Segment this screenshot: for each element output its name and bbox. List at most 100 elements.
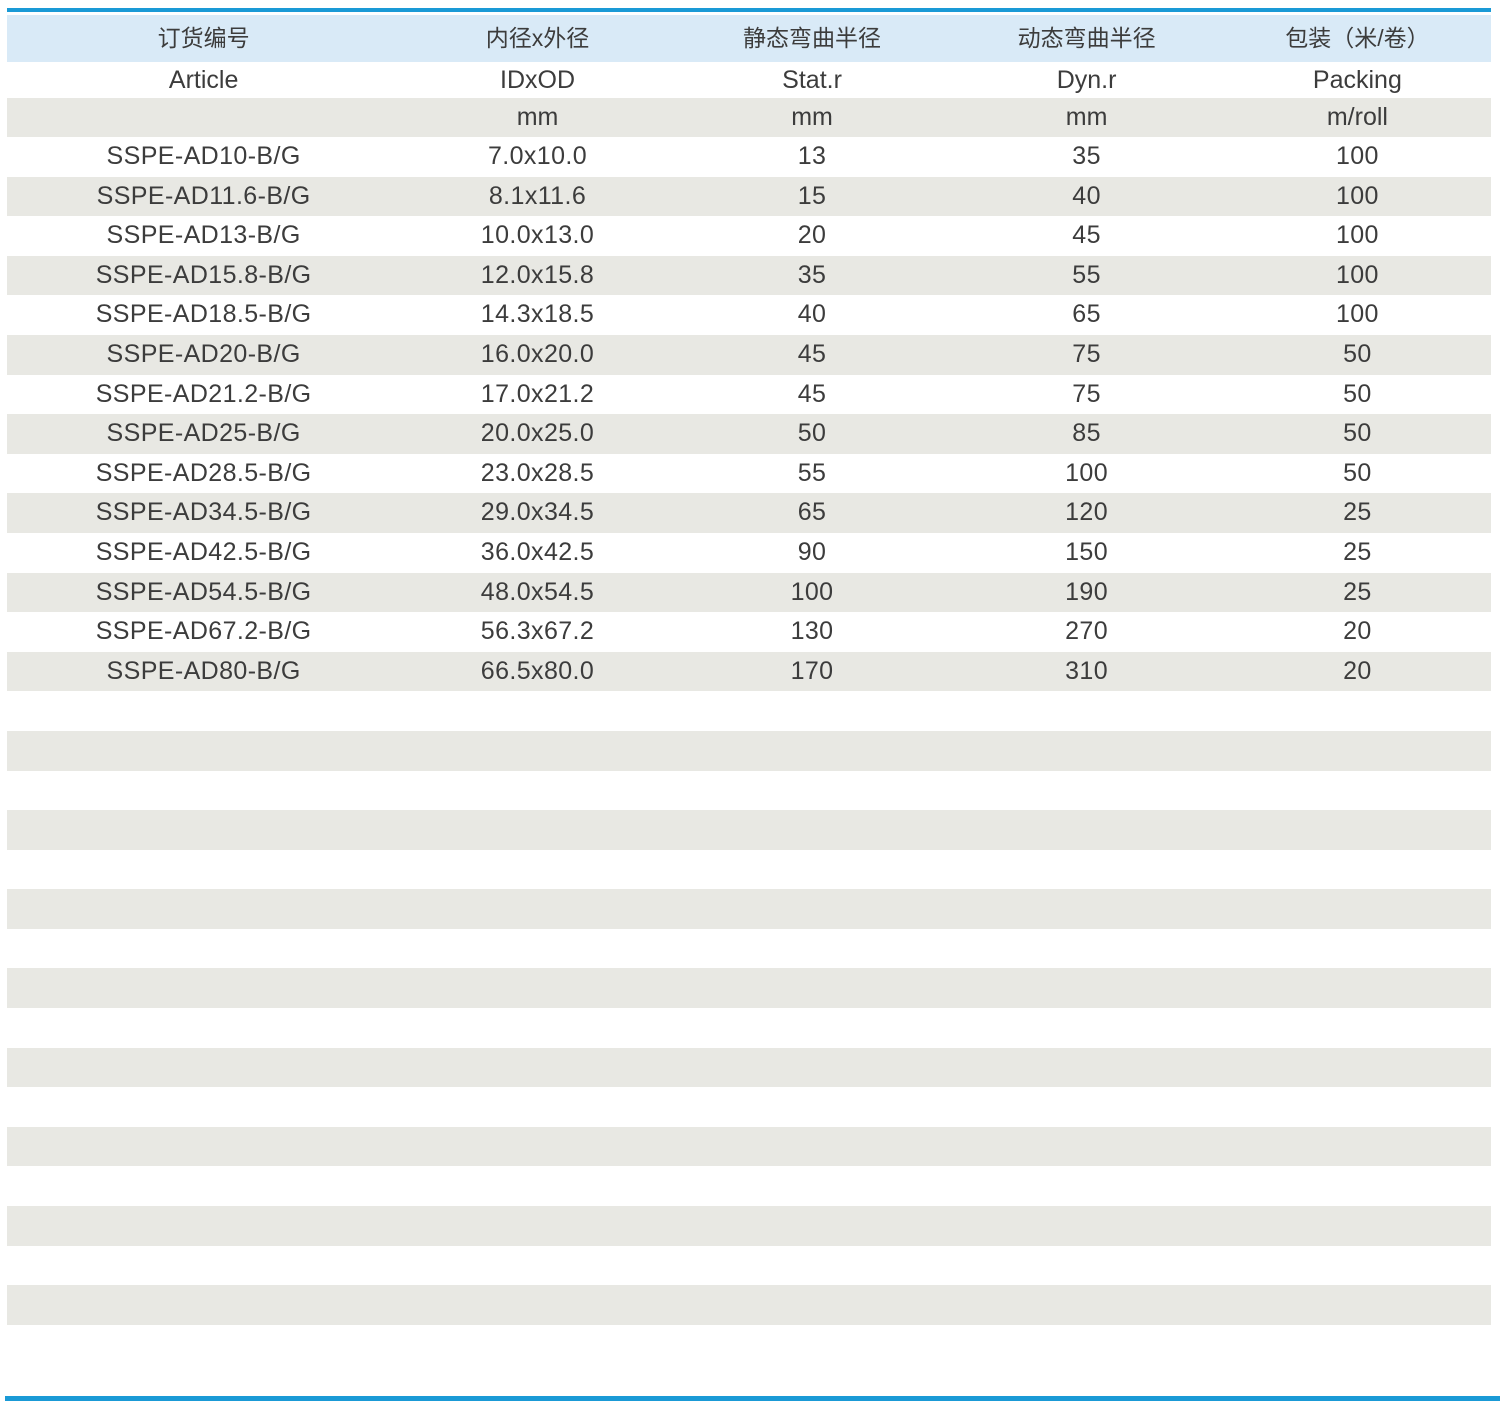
cell-packing: 100	[1224, 137, 1491, 177]
cell-packing: 20	[1224, 652, 1491, 692]
table-row: SSPE-AD42.5-B/G36.0x42.59015025	[7, 533, 1491, 573]
catalog-page: 订货编号内径x外径静态弯曲半径动态弯曲半径包装（米/卷） ArticleIDxO…	[0, 0, 1500, 1408]
cell-idxod: 66.5x80.0	[400, 652, 675, 692]
table-header-row-zh: 订货编号内径x外径静态弯曲半径动态弯曲半径包装（米/卷）	[7, 15, 1491, 62]
cell-article: SSPE-AD80-B/G	[7, 652, 400, 692]
top-accent-line	[7, 8, 1491, 12]
empty-row	[7, 1008, 1491, 1048]
empty-row	[7, 771, 1491, 811]
cell-dyn_r: 150	[949, 533, 1224, 573]
empty-row	[7, 691, 1491, 731]
cell-dyn_r: 35	[949, 137, 1224, 177]
empty-row	[7, 1087, 1491, 1127]
header-stat_r-en: Stat.r	[675, 62, 950, 98]
cell-idxod: 14.3x18.5	[400, 295, 675, 335]
cell-idxod: 16.0x20.0	[400, 335, 675, 375]
cell-packing: 100	[1224, 256, 1491, 296]
cell-packing: 100	[1224, 216, 1491, 256]
table-row: SSPE-AD21.2-B/G17.0x21.2457550	[7, 375, 1491, 415]
cell-article: SSPE-AD13-B/G	[7, 216, 400, 256]
cell-dyn_r: 45	[949, 216, 1224, 256]
cell-stat_r: 65	[675, 493, 950, 533]
cell-idxod: 36.0x42.5	[400, 533, 675, 573]
cell-packing: 100	[1224, 177, 1491, 217]
cell-article: SSPE-AD10-B/G	[7, 137, 400, 177]
cell-stat_r: 130	[675, 612, 950, 652]
cell-idxod: 48.0x54.5	[400, 573, 675, 613]
cell-dyn_r: 190	[949, 573, 1224, 613]
empty-row	[7, 1127, 1491, 1167]
header-dyn_r-en: Dyn.r	[949, 62, 1224, 98]
cell-stat_r: 45	[675, 335, 950, 375]
table-row: SSPE-AD11.6-B/G8.1x11.61540100	[7, 177, 1491, 217]
cell-article: SSPE-AD25-B/G	[7, 414, 400, 454]
cell-idxod: 20.0x25.0	[400, 414, 675, 454]
cell-dyn_r: 55	[949, 256, 1224, 296]
cell-dyn_r: 100	[949, 454, 1224, 494]
cell-idxod: 8.1x11.6	[400, 177, 675, 217]
header-packing-zh: 包装（米/卷）	[1224, 15, 1491, 62]
cell-packing: 50	[1224, 375, 1491, 415]
empty-row	[7, 810, 1491, 850]
header-dyn_r-unit: mm	[949, 98, 1224, 137]
table-row: SSPE-AD54.5-B/G48.0x54.510019025	[7, 573, 1491, 613]
cell-dyn_r: 40	[949, 177, 1224, 217]
header-idxod-zh: 内径x外径	[400, 15, 675, 62]
empty-row	[7, 968, 1491, 1008]
cell-stat_r: 55	[675, 454, 950, 494]
empty-row	[7, 1246, 1491, 1286]
header-packing-unit: m/roll	[1224, 98, 1491, 137]
cell-packing: 100	[1224, 295, 1491, 335]
cell-article: SSPE-AD34.5-B/G	[7, 493, 400, 533]
table-header-row-units: mmmmmmm/roll	[7, 98, 1491, 137]
table-row: SSPE-AD34.5-B/G29.0x34.56512025	[7, 493, 1491, 533]
cell-packing: 25	[1224, 573, 1491, 613]
cell-dyn_r: 75	[949, 375, 1224, 415]
header-packing-en: Packing	[1224, 62, 1491, 98]
cell-packing: 25	[1224, 533, 1491, 573]
header-idxod-en: IDxOD	[400, 62, 675, 98]
cell-dyn_r: 310	[949, 652, 1224, 692]
table-row: SSPE-AD13-B/G10.0x13.02045100	[7, 216, 1491, 256]
cell-stat_r: 100	[675, 573, 950, 613]
cell-dyn_r: 75	[949, 335, 1224, 375]
empty-row	[7, 1285, 1491, 1325]
cell-article: SSPE-AD18.5-B/G	[7, 295, 400, 335]
cell-article: SSPE-AD20-B/G	[7, 335, 400, 375]
bottom-accent-line	[5, 1396, 1500, 1401]
cell-packing: 50	[1224, 335, 1491, 375]
cell-idxod: 12.0x15.8	[400, 256, 675, 296]
header-idxod-unit: mm	[400, 98, 675, 137]
table-row: SSPE-AD10-B/G7.0x10.01335100	[7, 137, 1491, 177]
header-article-en: Article	[7, 62, 400, 98]
header-dyn_r-zh: 动态弯曲半径	[949, 15, 1224, 62]
empty-row	[7, 1206, 1491, 1246]
table-body: SSPE-AD10-B/G7.0x10.01335100SSPE-AD11.6-…	[7, 137, 1491, 1325]
cell-dyn_r: 65	[949, 295, 1224, 335]
cell-article: SSPE-AD54.5-B/G	[7, 573, 400, 613]
table-row: SSPE-AD20-B/G16.0x20.0457550	[7, 335, 1491, 375]
cell-article: SSPE-AD15.8-B/G	[7, 256, 400, 296]
cell-idxod: 10.0x13.0	[400, 216, 675, 256]
cell-packing: 25	[1224, 493, 1491, 533]
cell-idxod: 17.0x21.2	[400, 375, 675, 415]
empty-row	[7, 1048, 1491, 1088]
header-stat_r-zh: 静态弯曲半径	[675, 15, 950, 62]
table-row: SSPE-AD28.5-B/G23.0x28.55510050	[7, 454, 1491, 494]
cell-stat_r: 45	[675, 375, 950, 415]
cell-packing: 50	[1224, 414, 1491, 454]
cell-dyn_r: 85	[949, 414, 1224, 454]
table-header-row-en: ArticleIDxODStat.rDyn.rPacking	[7, 62, 1491, 98]
table-row: SSPE-AD67.2-B/G56.3x67.213027020	[7, 612, 1491, 652]
empty-row	[7, 889, 1491, 929]
cell-idxod: 23.0x28.5	[400, 454, 675, 494]
empty-row	[7, 1166, 1491, 1206]
cell-article: SSPE-AD42.5-B/G	[7, 533, 400, 573]
cell-packing: 50	[1224, 454, 1491, 494]
cell-dyn_r: 270	[949, 612, 1224, 652]
cell-idxod: 29.0x34.5	[400, 493, 675, 533]
cell-stat_r: 13	[675, 137, 950, 177]
cell-stat_r: 170	[675, 652, 950, 692]
cell-article: SSPE-AD21.2-B/G	[7, 375, 400, 415]
cell-idxod: 56.3x67.2	[400, 612, 675, 652]
